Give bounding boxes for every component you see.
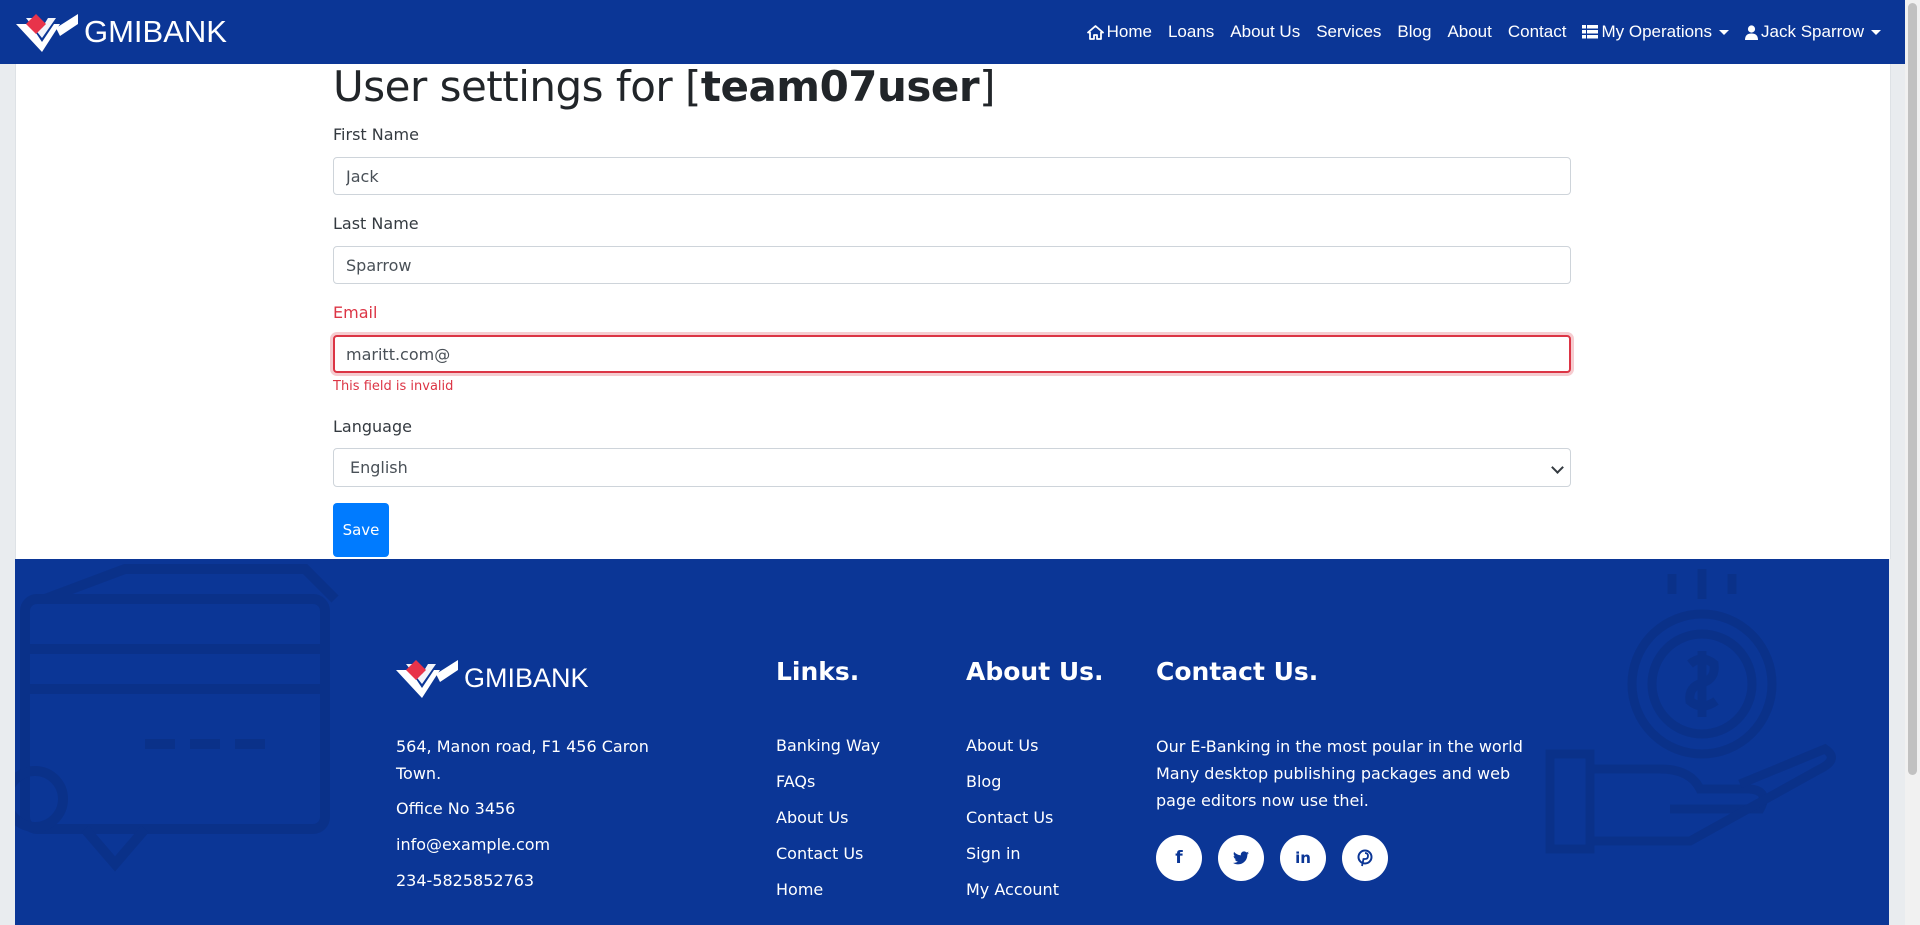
nav-about-us[interactable]: About Us (1222, 22, 1308, 42)
select-chevron-icon (1551, 461, 1564, 474)
footer-email: info@example.com (396, 835, 551, 854)
page-title: User settings for [team07user] (333, 62, 996, 111)
footer-contact-text-line2: Many desktop publishing packages and web (1156, 764, 1511, 783)
language-selected-value: English (350, 458, 408, 477)
home-icon (1086, 24, 1104, 40)
nav-my-operations[interactable]: My Operations (1574, 22, 1737, 42)
footer-link-faqs[interactable]: FAQs (776, 772, 815, 791)
page-scrollbar[interactable] (1905, 0, 1920, 925)
nav-account[interactable]: Jack Sparrow (1737, 22, 1889, 42)
first-name-field[interactable] (333, 157, 1571, 195)
gmibank-logo-icon (396, 660, 458, 698)
nav-contact-label: Contact (1507, 22, 1567, 41)
wallet-decor-icon (15, 564, 339, 872)
email-label: Email (333, 303, 378, 322)
language-select[interactable]: English (333, 448, 1571, 487)
footer-about-link-sign-in[interactable]: Sign in (966, 844, 1021, 863)
nav-loans[interactable]: Loans (1160, 22, 1222, 42)
page-title-prefix: User settings for [ (333, 62, 701, 111)
footer-about-link-my-account[interactable]: My Account (966, 880, 1059, 899)
nav-blog-label: Blog (1397, 22, 1432, 41)
email-error-message: This field is invalid (333, 379, 454, 394)
pinterest-p-icon (1357, 849, 1373, 867)
footer-link-about-us[interactable]: About Us (776, 808, 848, 827)
brand-name: GMIBANK (84, 14, 227, 49)
pinterest-icon[interactable]: p (1342, 835, 1388, 881)
footer-about-link-about-us[interactable]: About Us (966, 736, 1038, 755)
footer-about-link-contact-us[interactable]: Contact Us (966, 808, 1053, 827)
linkedin-glyph: in (1295, 849, 1311, 867)
nav-about-us-label: About Us (1230, 22, 1301, 41)
footer-contact-title: Contact Us. (1156, 657, 1319, 686)
footer-address-line2: Town. (396, 764, 442, 783)
scrollbar-thumb[interactable] (1908, 3, 1917, 775)
twitter-icon[interactable]: t (1218, 835, 1264, 881)
main-nav: Home Loans About Us Services Blog About … (1079, 22, 1889, 42)
nav-services[interactable]: Services (1308, 22, 1389, 42)
footer-about-title: About Us. (966, 657, 1104, 686)
user-icon (1745, 24, 1759, 40)
facebook-icon[interactable]: f (1156, 835, 1202, 881)
top-navbar: GMIBANK Home Loans About Us Services Blo… (0, 0, 1905, 64)
language-label: Language (333, 417, 412, 436)
facebook-glyph: f (1175, 848, 1183, 868)
caret-down-icon (1719, 29, 1730, 35)
email-field[interactable] (333, 335, 1571, 373)
nav-home-label: Home (1106, 22, 1152, 41)
nav-home[interactable]: Home (1079, 22, 1160, 42)
footer-office: Office No 3456 (396, 799, 516, 818)
footer-link-banking-way[interactable]: Banking Way (776, 736, 880, 755)
save-button[interactable]: Save (333, 503, 389, 557)
nav-account-label: Jack Sparrow (1761, 22, 1864, 41)
twitter-bird-icon (1233, 851, 1249, 865)
last-name-label: Last Name (333, 214, 419, 233)
nav-about[interactable]: About (1439, 22, 1499, 42)
footer-contact-text-line1: Our E-Banking in the most poular in the … (1156, 737, 1523, 756)
hand-coin-decor-icon (1545, 569, 1836, 854)
nav-services-label: Services (1316, 22, 1382, 41)
brand-logo[interactable]: GMIBANK (16, 10, 227, 54)
gmibank-logo-icon (16, 14, 78, 52)
footer-phone: 234-5825852763 (396, 871, 535, 890)
footer-brand-name: GMIBANK (464, 662, 589, 693)
footer-contact-text-line3: page editors now use thei. (1156, 791, 1369, 810)
nav-my-operations-label: My Operations (1601, 22, 1713, 41)
footer-address-line1: 564, Manon road, F1 456 Caron (396, 737, 649, 756)
caret-down-icon (1871, 29, 1881, 35)
footer-link-home[interactable]: Home (776, 880, 823, 899)
nav-contact[interactable]: Contact (1500, 22, 1575, 42)
footer-links-title: Links. (776, 657, 860, 686)
first-name-label: First Name (333, 125, 419, 144)
page-title-suffix: ] (979, 62, 996, 111)
footer-about-link-blog[interactable]: Blog (966, 772, 1001, 791)
last-name-field[interactable] (333, 246, 1571, 284)
nav-blog[interactable]: Blog (1389, 22, 1439, 42)
nav-about-label: About (1447, 22, 1492, 41)
linkedin-icon[interactable]: in (1280, 835, 1326, 881)
table-icon (1582, 25, 1599, 39)
page-title-username: team07user (700, 62, 980, 111)
nav-loans-label: Loans (1167, 22, 1215, 41)
footer-brand[interactable]: GMIBANK (396, 656, 589, 700)
footer-link-contact-us[interactable]: Contact Us (776, 844, 863, 863)
site-footer: GMIBANK 564, Manon road, F1 456 Caron To… (15, 559, 1889, 925)
